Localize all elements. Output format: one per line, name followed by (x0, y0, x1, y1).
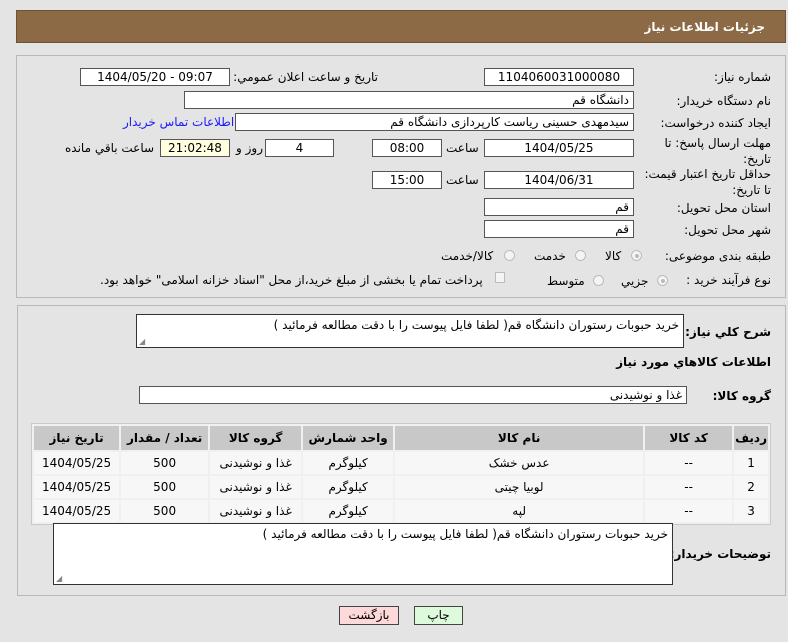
page-header: جزئیات اطلاعات نیاز (16, 10, 786, 43)
goods-heading: اطلاعات كالاهاي مورد نياز (616, 355, 771, 369)
cell-name: عدس خشک (395, 452, 644, 474)
col-quantity: تعداد / مقدار (121, 426, 209, 450)
description-text: خرید حبوبات رستوران دانشگاه قم( لطفا فای… (273, 318, 679, 332)
goods-table: رديف کد کالا نام کالا واحد شمارش گروه کا… (31, 423, 771, 525)
goods-group-label: گروه کالا: (712, 389, 771, 403)
cell-group: غذا و نوشیدنی (210, 500, 302, 522)
days-label: روز و (236, 141, 263, 155)
buyer-notes-label: توضیحات خریدار: (669, 547, 771, 561)
deadline-time-label: ساعت (446, 141, 479, 155)
col-date: تاریخ نیاز (34, 426, 120, 450)
process-minor-radio[interactable] (657, 275, 668, 286)
cell-row: 3 (734, 500, 768, 522)
validity-label: حداقل تاریخ اعتبار قیمت: تا تاریخ: (644, 167, 771, 197)
buyer-org-label: نام دستگاه خریدار: (676, 94, 772, 108)
announce-field: 1404/05/20 - 09:07 (80, 68, 230, 86)
category-label: طبقه بندی موضوعی: (664, 249, 771, 263)
col-unit: واحد شمارش (303, 426, 394, 450)
need-number-field: 1104060031000080 (484, 68, 634, 86)
remaining-label: ساعت باقي مانده (65, 141, 155, 155)
cell-unit: کیلوگرم (303, 500, 394, 522)
col-name: نام کالا (395, 426, 644, 450)
validity-time-label: ساعت (446, 173, 479, 187)
buyer-org-field: دانشگاه قم (184, 91, 634, 109)
buyer-notes-text: خرید حبوبات رستوران دانشگاه قم( لطفا فای… (262, 527, 668, 541)
deadline-date-field: 1404/05/25 (484, 139, 634, 157)
buyer-contact-link[interactable]: اطلاعات تماس خریدار (123, 115, 234, 129)
process-minor-label: جزيي (621, 274, 649, 288)
category-service-radio[interactable] (575, 250, 586, 261)
remaining-time-field: 21:02:48 (160, 139, 230, 157)
table-row: 1 -- عدس خشک کیلوگرم غذا و نوشیدنی 500 1404/05… (34, 452, 768, 474)
cell-group: غذا و نوشیدنی (210, 452, 302, 474)
resize-grip-icon[interactable]: ◢ (139, 337, 145, 346)
cell-row: 1 (734, 452, 768, 474)
process-medium-radio[interactable] (593, 275, 604, 286)
days-field: 4 (265, 139, 334, 157)
page-title: جزئیات اطلاعات نیاز (644, 20, 765, 34)
category-goods-label: كالا (605, 249, 622, 263)
goods-group-field: غذا و نوشیدنی (139, 386, 687, 404)
province-field: قم (484, 198, 634, 216)
cell-group: غذا و نوشیدنی (210, 476, 302, 498)
col-row: رديف (734, 426, 768, 450)
category-both-label: كالا/خدمت (441, 249, 494, 263)
process-medium-label: متوسط (547, 274, 585, 288)
buyer-notes-textarea[interactable]: خرید حبوبات رستوران دانشگاه قم( لطفا فای… (53, 523, 673, 585)
table-row: 2 -- لوبیا چیتی کیلوگرم غذا و نوشیدنی 500 1404… (34, 476, 768, 498)
cell-name: لوبیا چیتی (395, 476, 644, 498)
print-button[interactable]: چاپ (414, 606, 463, 625)
cell-quantity: 500 (121, 476, 209, 498)
requester-field: سیدمهدی حسینی ریاست کارپردازی دانشگاه قم (235, 113, 634, 131)
cell-date: 1404/05/25 (34, 452, 120, 474)
province-label: استان محل تحویل: (676, 201, 771, 215)
back-button[interactable]: بازگشت (339, 606, 399, 625)
cell-date: 1404/05/25 (34, 500, 120, 522)
validity-date-field: 1404/06/31 (484, 171, 634, 189)
cell-name: لپه (395, 500, 644, 522)
col-group: گروه کالا (210, 426, 302, 450)
payment-note: پرداخت تمام یا بخشی از مبلغ خرید،از محل … (100, 273, 483, 287)
col-code: کد کالا (645, 426, 733, 450)
description-textarea[interactable]: خرید حبوبات رستوران دانشگاه قم( لطفا فای… (136, 314, 684, 348)
cell-quantity: 500 (121, 452, 209, 474)
category-goods-radio[interactable] (631, 250, 642, 261)
deadline-time-field: 08:00 (372, 139, 442, 157)
process-label: نوع فرآيند خريد : (686, 273, 771, 287)
cell-row: 2 (734, 476, 768, 498)
description-label: شرح کلي نياز: (685, 325, 771, 339)
table-row: 3 -- لپه کیلوگرم غذا و نوشیدنی 500 1404/05/25 (34, 500, 768, 522)
cell-unit: کیلوگرم (303, 452, 394, 474)
requester-label: ایجاد کننده درخواست: (660, 116, 771, 130)
need-number-label: شماره نیاز: (714, 70, 771, 84)
city-label: شهر محل تحویل: (684, 223, 771, 237)
table-header-row: رديف کد کالا نام کالا واحد شمارش گروه کا… (34, 426, 768, 450)
announce-label: تاریخ و ساعت اعلان عمومي: (233, 70, 378, 84)
cell-date: 1404/05/25 (34, 476, 120, 498)
treasury-payment-checkbox[interactable] (495, 272, 505, 283)
cell-unit: کیلوگرم (303, 476, 394, 498)
cell-code: -- (645, 500, 733, 522)
category-both-radio[interactable] (504, 250, 515, 261)
validity-time-field: 15:00 (372, 171, 442, 189)
cell-code: -- (645, 452, 733, 474)
resize-grip-icon[interactable]: ◢ (56, 574, 62, 583)
cell-code: -- (645, 476, 733, 498)
category-service-label: خدمت (534, 249, 566, 263)
deadline-label: مهلت ارسال پاسخ: تا تاریخ: (664, 136, 771, 166)
cell-quantity: 500 (121, 500, 209, 522)
city-field: قم (484, 220, 634, 238)
